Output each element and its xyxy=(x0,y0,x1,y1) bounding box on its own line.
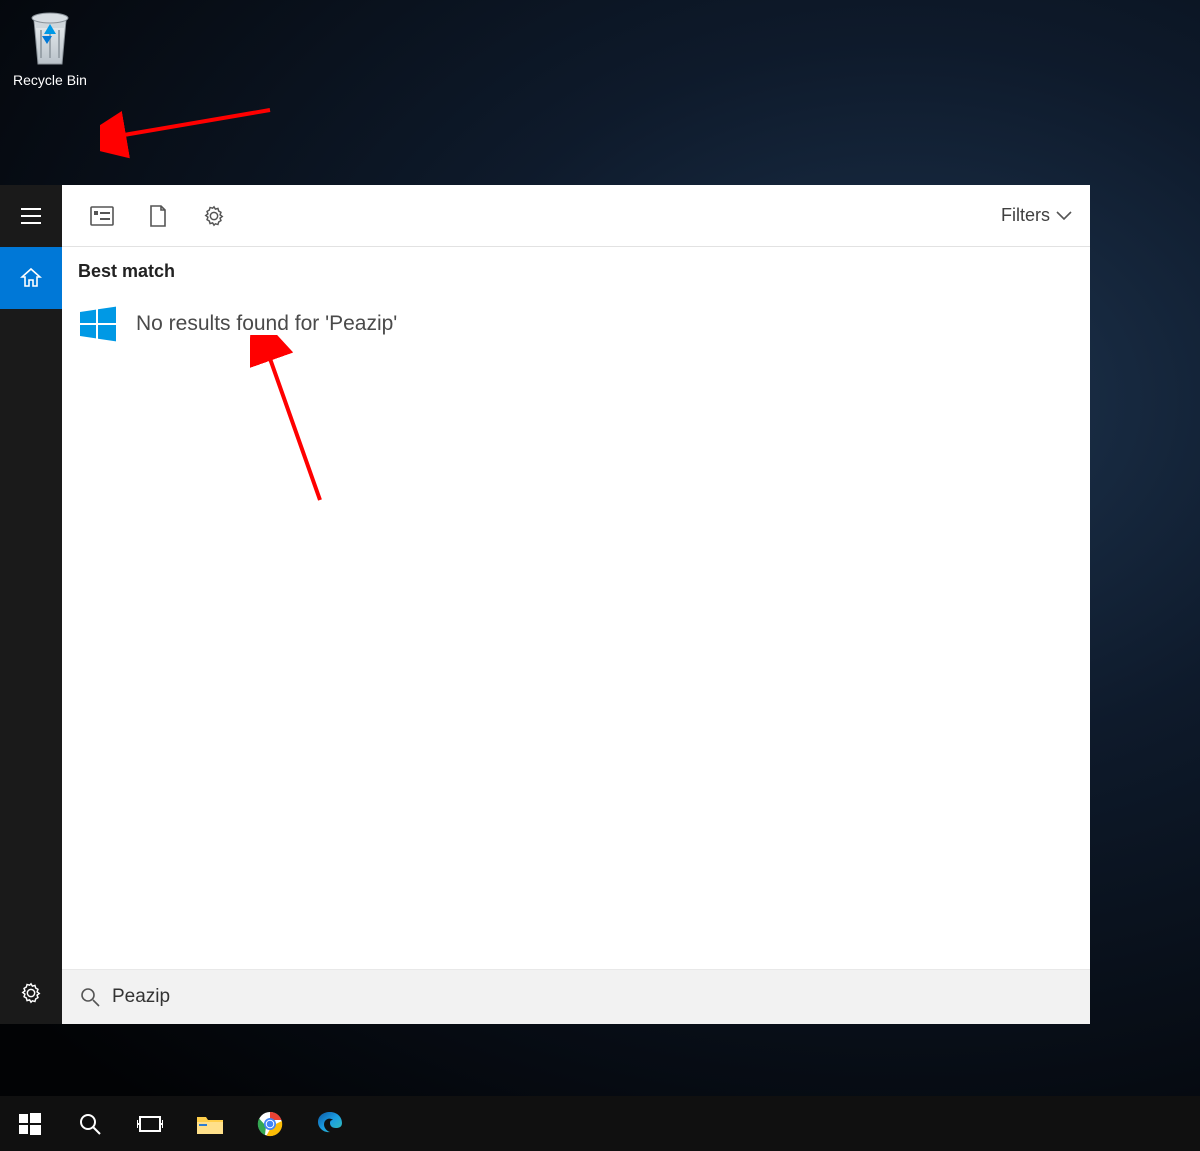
home-button[interactable] xyxy=(0,247,62,309)
task-view-icon xyxy=(137,1114,163,1134)
edge-icon xyxy=(317,1111,343,1137)
chevron-down-icon xyxy=(1056,211,1072,221)
gear-icon xyxy=(203,205,225,227)
hamburger-button[interactable] xyxy=(0,185,62,247)
annotation-arrow-top xyxy=(100,100,280,160)
no-results-text: No results found for 'Peazip' xyxy=(136,312,397,336)
hamburger-icon xyxy=(21,208,41,224)
filter-settings-button[interactable] xyxy=(186,185,242,247)
recycle-bin-icon xyxy=(24,6,76,68)
filters-label: Filters xyxy=(1001,205,1050,226)
file-explorer-taskbar-button[interactable] xyxy=(180,1096,240,1151)
search-icon xyxy=(80,987,100,1007)
document-filter-icon xyxy=(149,205,167,227)
best-match-heading: Best match xyxy=(78,261,1074,282)
start-search-popup: Filters Best match No results found for … xyxy=(0,185,1090,1024)
taskbar xyxy=(0,1096,1200,1151)
windows-logo-icon xyxy=(78,304,118,344)
search-results-area: Best match No results found for 'Peazip' xyxy=(62,247,1090,969)
search-query-text: Peazip xyxy=(112,986,170,1008)
filter-documents-button[interactable] xyxy=(130,185,186,247)
chrome-taskbar-button[interactable] xyxy=(240,1096,300,1151)
search-filter-strip: Filters xyxy=(62,185,1090,247)
start-button[interactable] xyxy=(0,1096,60,1151)
file-explorer-icon xyxy=(196,1113,224,1135)
no-results-row: No results found for 'Peazip' xyxy=(78,304,1074,344)
windows-start-icon xyxy=(19,1113,41,1135)
search-panel: Filters Best match No results found for … xyxy=(62,185,1090,1024)
task-view-button[interactable] xyxy=(120,1096,180,1151)
recycle-bin-label: Recycle Bin xyxy=(10,72,90,88)
home-icon xyxy=(20,267,42,289)
edge-taskbar-button[interactable] xyxy=(300,1096,360,1151)
apps-filter-icon xyxy=(90,206,114,226)
recycle-bin[interactable]: Recycle Bin xyxy=(10,6,90,88)
filters-dropdown[interactable]: Filters xyxy=(995,205,1078,226)
taskbar-search-button[interactable] xyxy=(60,1096,120,1151)
filter-apps-button[interactable] xyxy=(74,185,130,247)
search-left-rail xyxy=(0,185,62,1024)
search-input-bar[interactable]: Peazip xyxy=(62,969,1090,1024)
search-icon xyxy=(79,1113,101,1135)
gear-icon xyxy=(20,982,42,1004)
settings-button[interactable] xyxy=(0,962,62,1024)
chrome-icon xyxy=(257,1111,283,1137)
